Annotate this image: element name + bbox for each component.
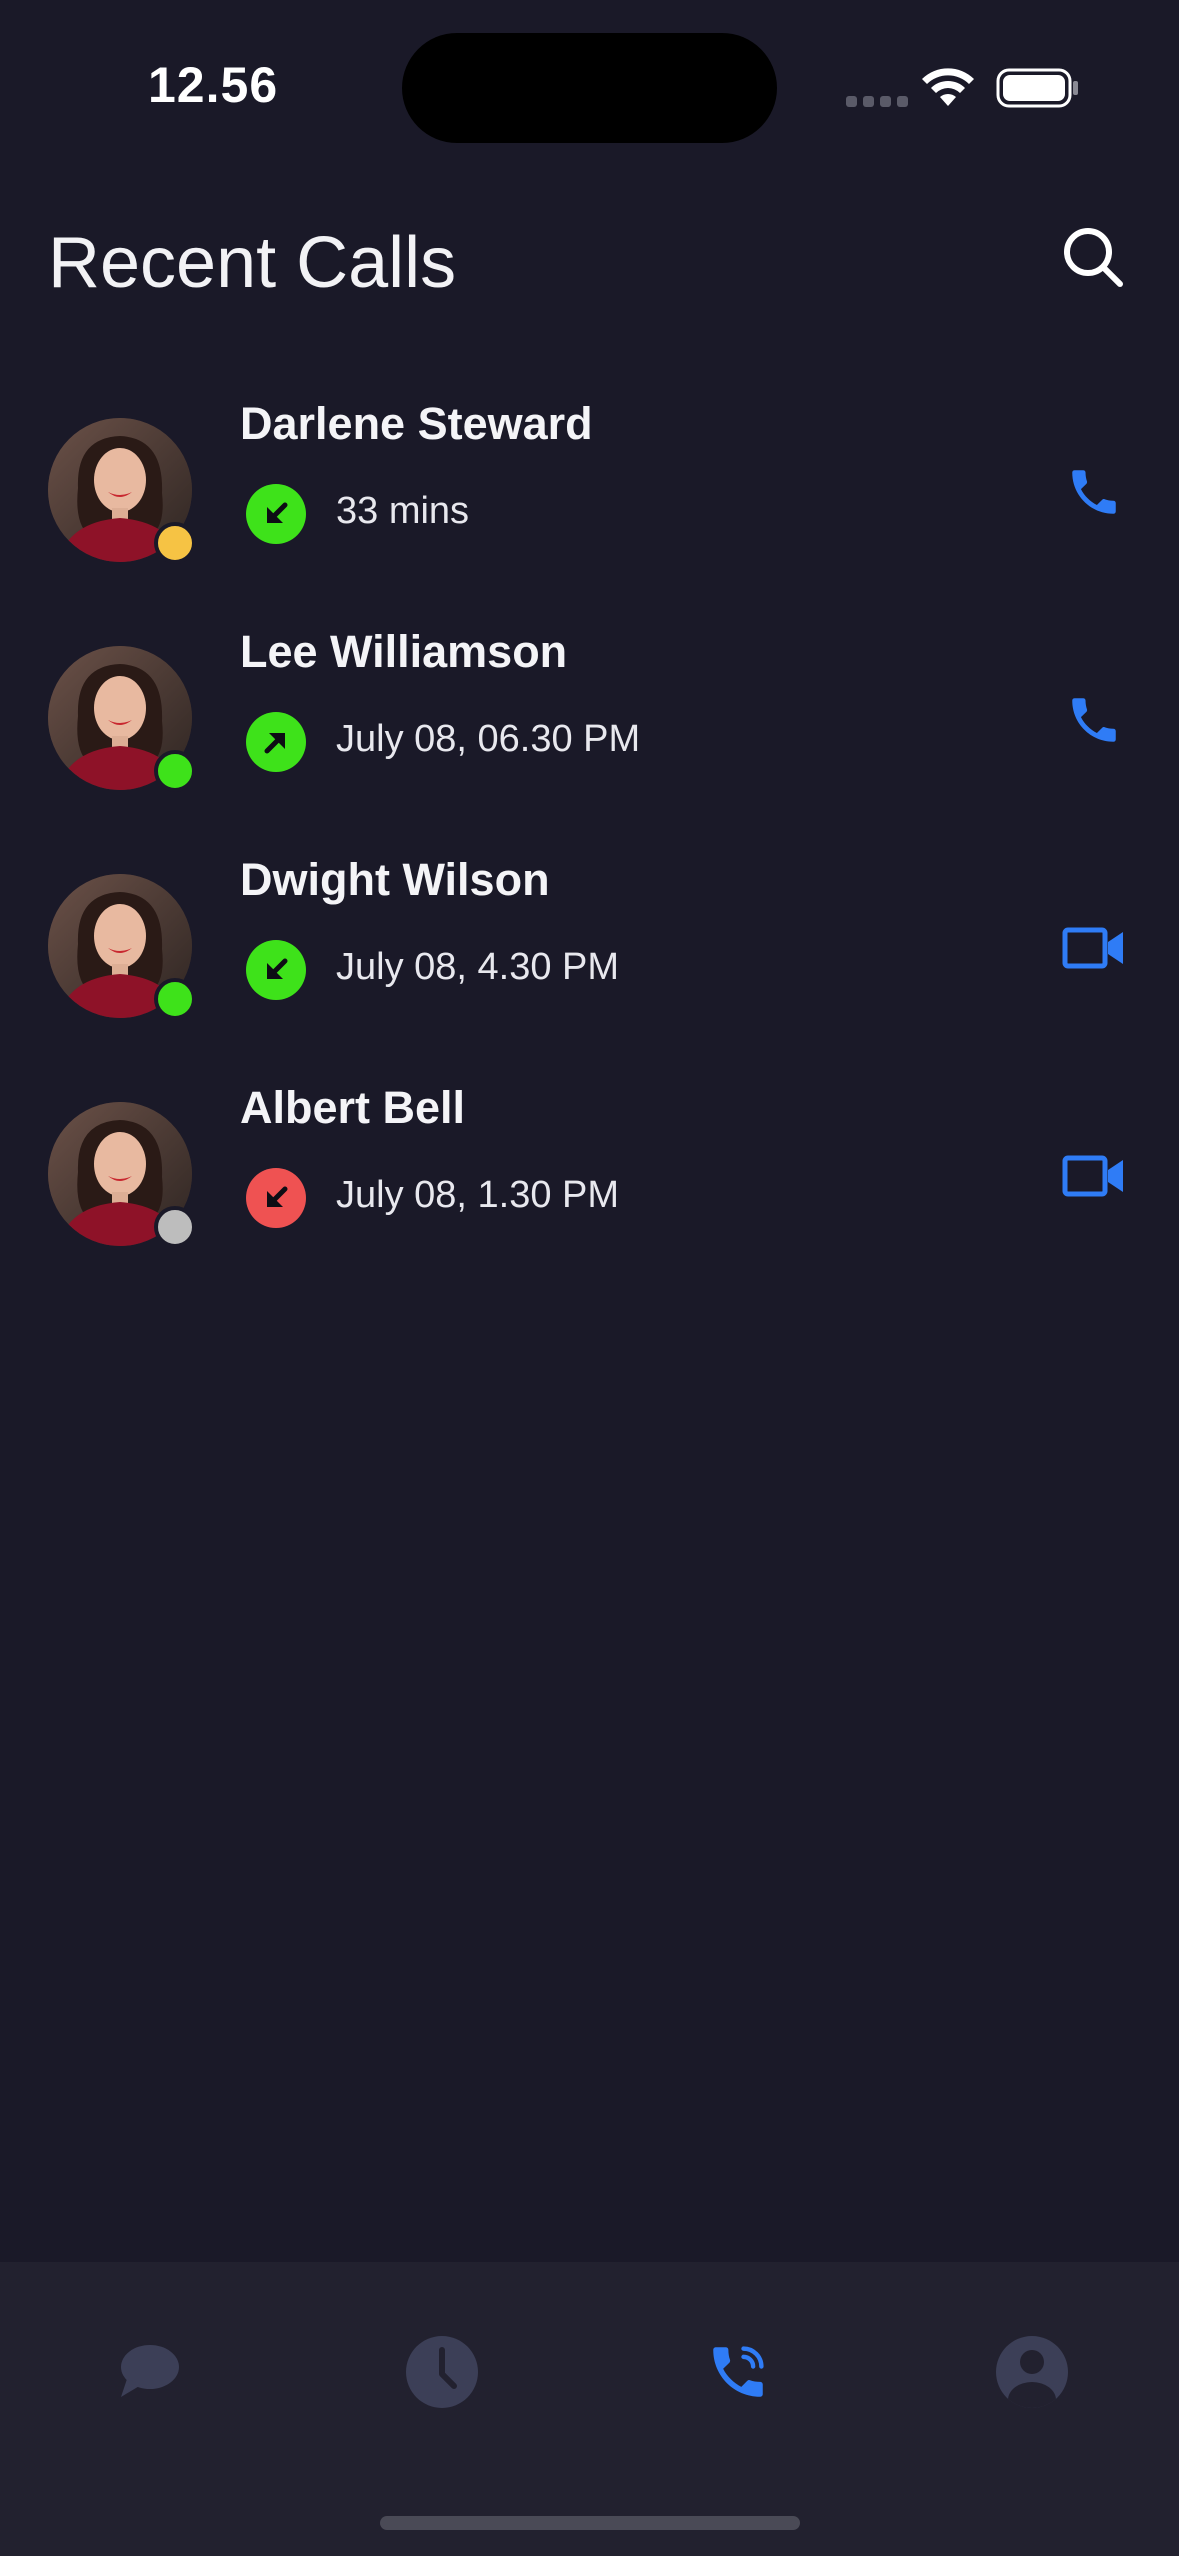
presence-offline-dot: [154, 1206, 196, 1248]
recent-calls-list: Darlene Steward 33 mins Lee Williamson J…: [0, 390, 1179, 1302]
contact-name: Dwight Wilson: [240, 854, 550, 905]
contact-avatar: [48, 874, 196, 1020]
contact-name: Darlene Steward: [240, 398, 593, 449]
contact-name: Lee Williamson: [240, 626, 568, 677]
presence-away-dot: [154, 522, 196, 564]
incoming-call-icon: [246, 940, 306, 1000]
dynamic-island: [402, 33, 777, 143]
contact-avatar: [48, 418, 196, 564]
clock-icon: [406, 2336, 478, 2408]
call-row[interactable]: Albert Bell July 08, 1.30 PM: [0, 1074, 1179, 1302]
tab-chats[interactable]: [100, 2324, 196, 2420]
contact-avatar: [48, 646, 196, 792]
contact-avatar: [48, 1102, 196, 1248]
profile-icon: [996, 2336, 1068, 2408]
phone-call-icon: [713, 2346, 764, 2397]
wifi-icon: [922, 68, 974, 106]
call-row[interactable]: Dwight Wilson July 08, 4.30 PM: [0, 846, 1179, 1074]
contact-name: Albert Bell: [240, 1082, 466, 1133]
battery-icon: [996, 68, 1078, 108]
status-bar: 12.56: [0, 0, 1179, 150]
home-indicator[interactable]: [380, 2516, 800, 2530]
status-time: 12.56: [148, 57, 279, 113]
incoming-call-icon: [246, 484, 306, 544]
voice-call-button[interactable]: [1058, 456, 1130, 528]
call-row[interactable]: Lee Williamson July 08, 06.30 PM: [0, 618, 1179, 846]
video-camera-icon: [1062, 927, 1123, 969]
presence-online-dot: [154, 978, 196, 1020]
phone-icon: [1072, 470, 1116, 514]
video-call-button[interactable]: [1058, 1140, 1130, 1212]
call-detail: 33 mins: [336, 490, 470, 532]
page-title: Recent Calls: [48, 223, 457, 303]
outgoing-call-icon: [246, 712, 306, 772]
cellular-signal-icon: [846, 96, 908, 107]
search-icon: [1064, 228, 1123, 287]
bottom-tab-bar: [0, 2262, 1179, 2556]
tab-history[interactable]: [394, 2324, 490, 2420]
tab-calls[interactable]: [690, 2324, 786, 2420]
video-call-button[interactable]: [1058, 912, 1130, 984]
presence-online-dot: [154, 750, 196, 792]
call-row[interactable]: Darlene Steward 33 mins: [0, 390, 1179, 618]
call-detail: July 08, 06.30 PM: [336, 718, 641, 760]
search-button[interactable]: [1060, 224, 1126, 290]
tab-profile[interactable]: [984, 2324, 1080, 2420]
call-detail: July 08, 4.30 PM: [336, 946, 620, 988]
voice-call-button[interactable]: [1058, 684, 1130, 756]
video-camera-icon: [1062, 1155, 1123, 1197]
call-detail: July 08, 1.30 PM: [336, 1174, 620, 1216]
missed-call-icon: [246, 1168, 306, 1228]
phone-icon: [1072, 698, 1116, 742]
chat-bubble-icon: [121, 2345, 179, 2397]
